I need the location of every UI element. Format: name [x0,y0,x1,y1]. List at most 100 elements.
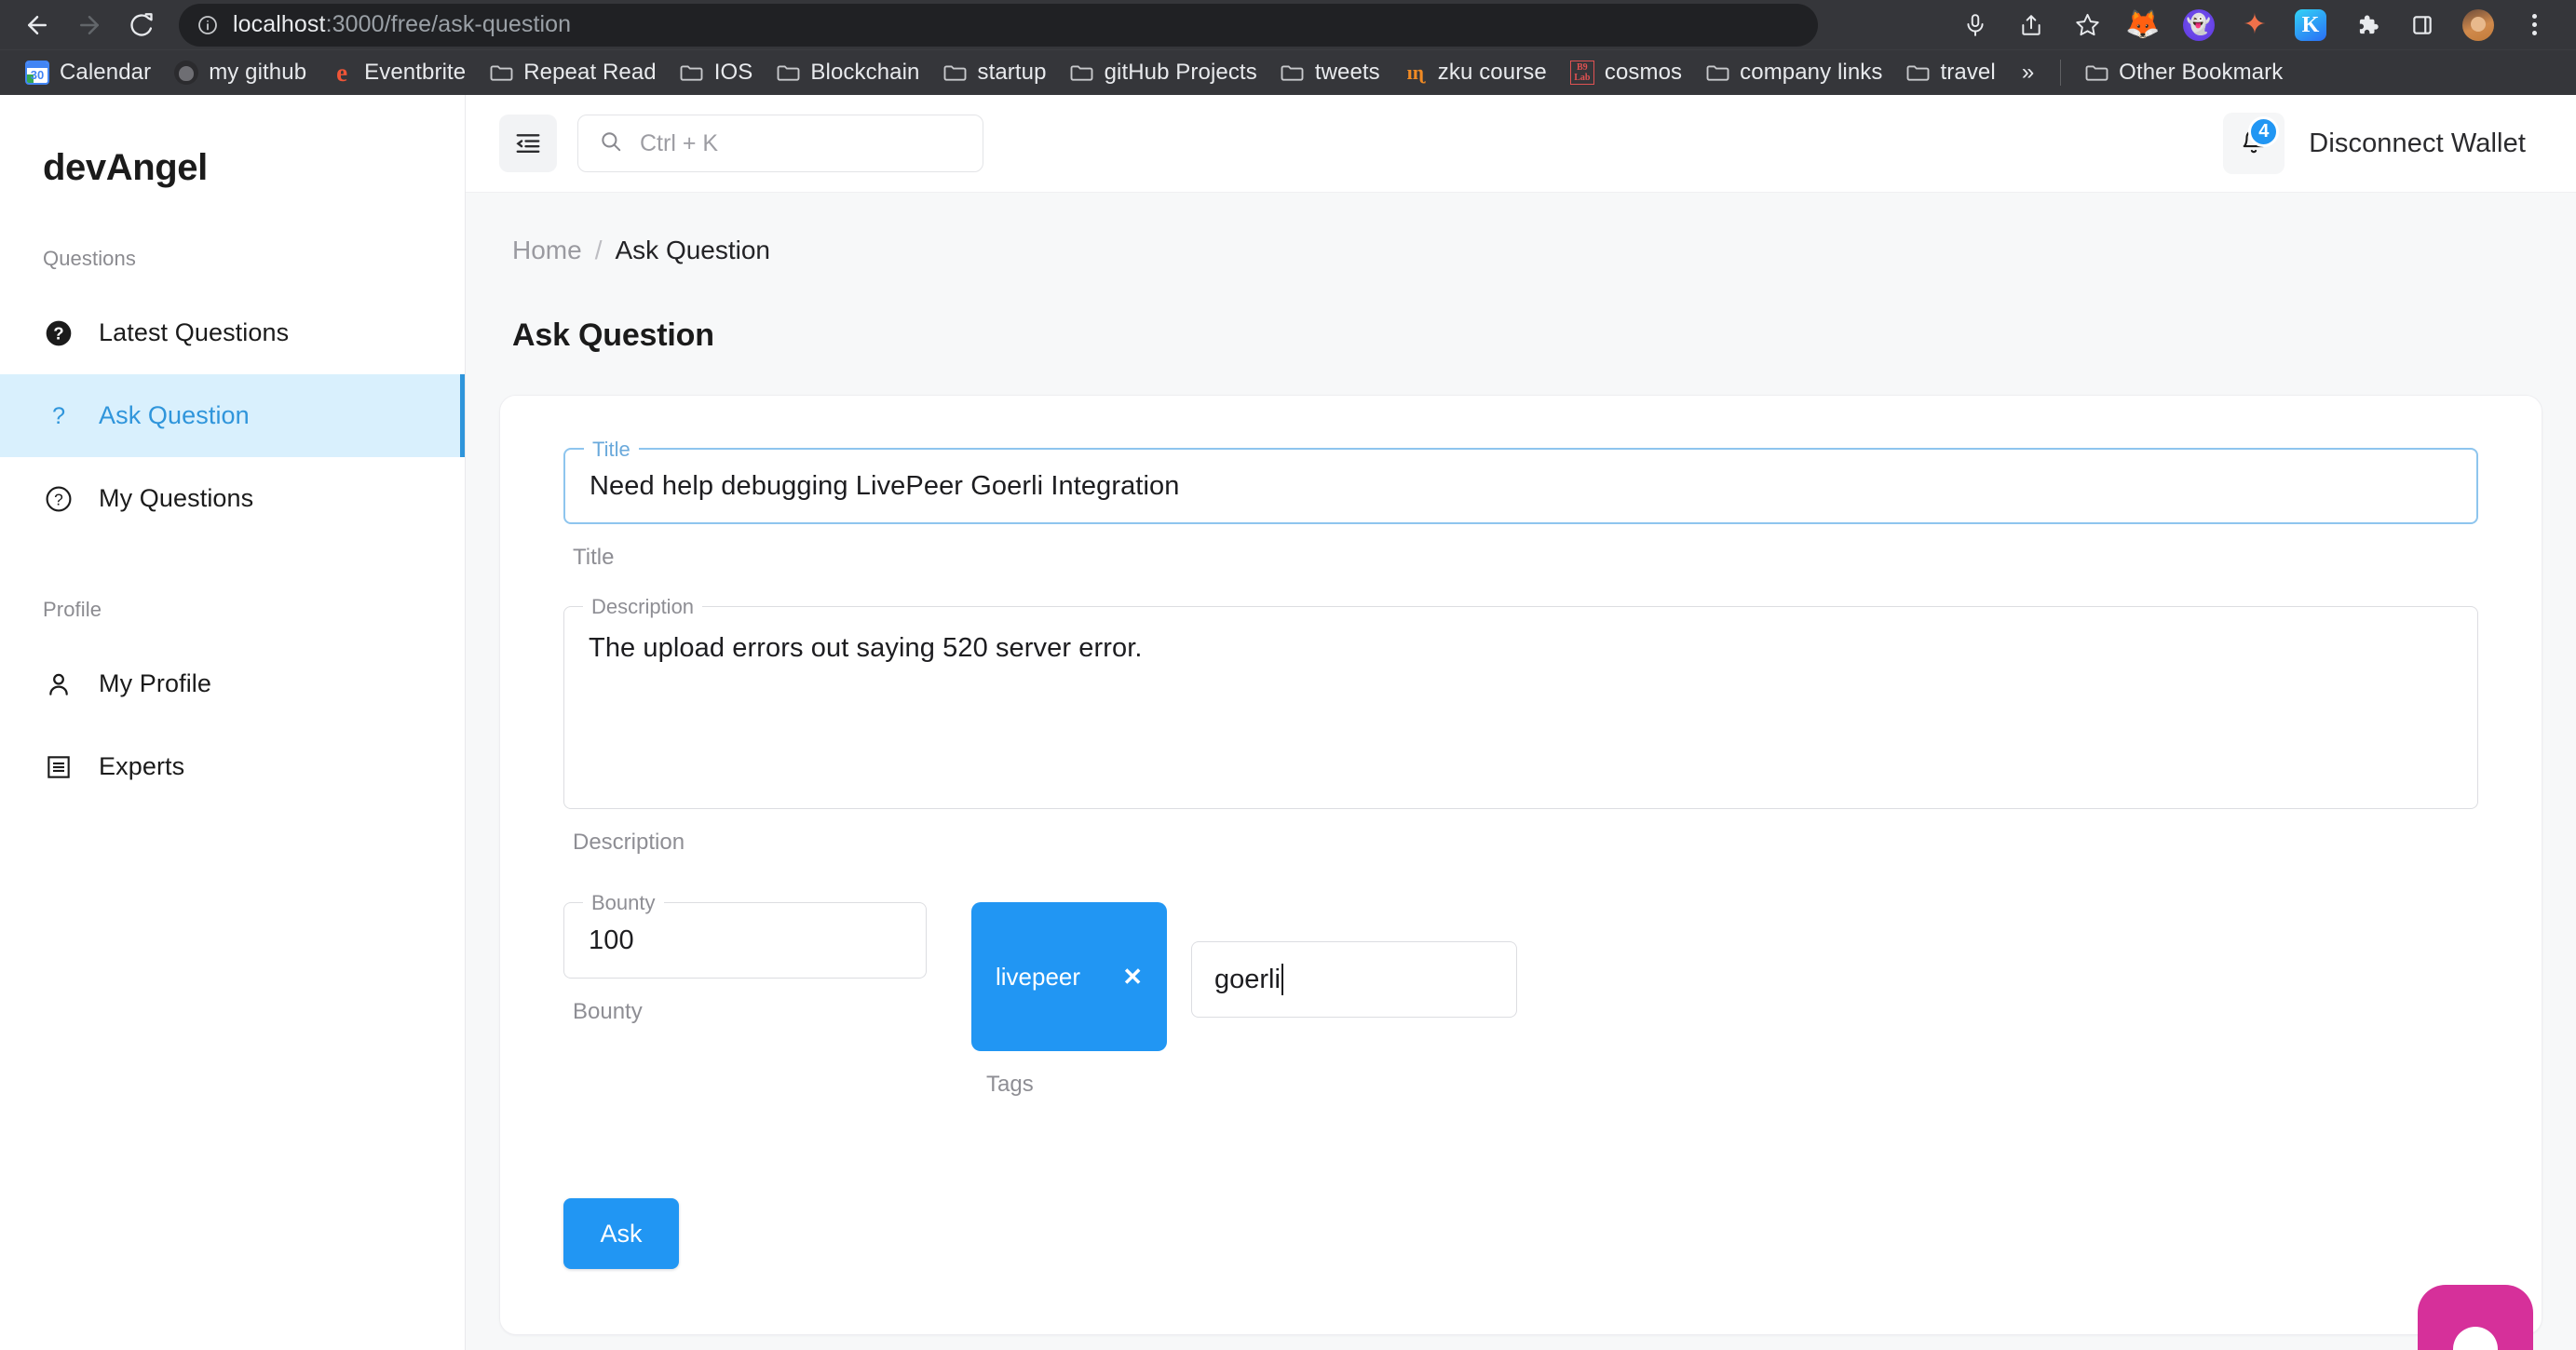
bookmark-blockchain[interactable]: Blockchain [764,54,930,91]
bookmark-label: Calendar [60,60,152,85]
chat-bubble-icon [2453,1327,2498,1350]
sidebar-item-label: Latest Questions [99,318,290,346]
notifications-button[interactable]: 4 [2223,113,2285,174]
metamask-extension-icon[interactable]: 🦊 [2118,0,2168,50]
bookmark-company-links[interactable]: company links [1693,54,1893,91]
sidebar-item-label: My Profile [99,669,212,697]
app-topbar: Ctrl + K 4 Disconnect Wallet [466,95,2576,193]
title-helper-text: Title [573,545,615,570]
bookmark-label: travel [1940,60,1996,85]
bookmarks-divider [2060,60,2062,86]
description-input[interactable]: Description The upload errors out saying… [563,595,2478,809]
title-input[interactable]: Title Need help debugging LivePeer Goerl… [563,438,2478,524]
phantom-wallet-extension-icon[interactable]: 👻 [2174,0,2224,50]
bookmark-label: cosmos [1604,60,1683,85]
eventbrite-icon: e [336,58,348,87]
bookmark-github-projects[interactable]: gitHub Projects [1058,54,1268,91]
tags-helper-text: Tags [986,1072,1034,1097]
app-brand: devAngel [43,147,208,188]
url-host: localhost [233,11,326,37]
tags-row: livepeer ✕ goerli [971,902,1517,1051]
profile-avatar[interactable] [2453,0,2503,50]
title-input-value: Need help debugging LivePeer Goerli Inte… [590,470,1180,501]
bookmark-star-icon[interactable] [2062,0,2112,50]
sidebar-item-latest-questions[interactable]: ? Latest Questions [0,291,465,374]
page-content: Home / Ask Question Ask Question Title N… [466,193,2576,1350]
bookmark-label: tweets [1314,60,1380,85]
sidebar-item-label: My Questions [99,484,254,512]
bookmark-ios[interactable]: IOS [668,54,765,91]
sidebar-collapse-icon[interactable] [499,115,557,172]
side-panel-icon[interactable] [2397,0,2447,50]
bookmark-startup[interactable]: startup [930,54,1057,91]
page-title: Ask Question [512,317,714,353]
bookmark-other-bookmarks[interactable]: Other Bookmark [2072,54,2294,91]
bookmark-calendar[interactable]: 30 Calendar [13,54,162,91]
zku-icon: ıɳ [1406,61,1424,84]
bookmark-label: gitHub Projects [1104,60,1257,85]
folder-icon [679,60,705,86]
search-placeholder: Ctrl + K [640,129,719,156]
sidebar-section-profile-label: Profile [43,598,102,621]
bookmarks-overflow-button[interactable]: » [2007,54,2049,91]
sidebar-item-my-profile[interactable]: My Profile [0,642,465,725]
description-legend: Description [583,595,703,619]
search-input[interactable]: Ctrl + K [577,115,983,172]
search-icon [599,129,623,158]
folder-icon [2083,60,2109,86]
reload-button[interactable] [117,1,166,49]
breadcrumb-current: Ask Question [615,236,771,264]
tag-input[interactable]: goerli [1191,941,1517,1018]
bounty-helper-text: Bounty [573,999,643,1024]
notification-count-badge: 4 [2248,116,2280,147]
bookmark-label: Eventbrite [364,60,467,85]
bookmark-repeat-read[interactable]: Repeat Read [477,54,668,91]
url-text: localhost:3000/free/ask-question [233,11,571,38]
share-icon[interactable] [2006,0,2056,50]
forward-button[interactable] [65,1,114,49]
folder-icon [1069,60,1095,86]
keplr-extension-icon[interactable]: K [2285,0,2336,50]
extensions-puzzle-icon[interactable] [2341,0,2392,50]
breadcrumb-home-link[interactable]: Home [512,236,582,265]
info-circle-icon[interactable] [196,13,220,37]
question-mark-icon: ? [43,400,75,432]
close-x-icon[interactable]: ✕ [1122,965,1143,989]
bookmark-travel[interactable]: travel [1894,54,2007,91]
bookmark-label: IOS [713,60,753,85]
description-field-group: Description The upload errors out saying… [563,595,2478,856]
text-caret [1281,964,1283,995]
microphone-icon[interactable] [1950,0,2000,50]
chrome-menu-icon[interactable] [2509,0,2559,50]
disconnect-wallet-button[interactable]: Disconnect Wallet [2309,128,2542,159]
folder-icon [1905,60,1932,86]
question-circle-icon: ? [43,483,75,515]
ask-submit-button[interactable]: Ask [563,1198,679,1269]
bookmark-cosmos[interactable]: B9 Lab cosmos [1558,54,1693,91]
svg-text:?: ? [52,403,65,429]
github-icon [173,60,199,86]
description-helper-text: Description [573,830,685,855]
bounty-input[interactable]: Bounty 100 [563,891,927,979]
breadcrumb: Home / Ask Question [499,236,2542,265]
bookmark-zku-course[interactable]: ıɳ zku course [1391,54,1558,91]
app-root: devAngel Questions ? Latest Questions ? … [0,95,2576,1350]
sidebar-item-my-questions[interactable]: ? My Questions [0,457,465,540]
chat-support-button[interactable] [2418,1285,2533,1350]
bookmark-tweets[interactable]: tweets [1268,54,1391,91]
back-button[interactable] [13,1,61,49]
bookmark-label: Repeat Read [523,60,657,85]
tag-chip[interactable]: livepeer ✕ [971,902,1167,1051]
sidebar-item-label: Ask Question [99,401,250,429]
bookmark-eventbrite[interactable]: e Eventbrite [318,54,477,91]
address-bar[interactable]: localhost:3000/free/ask-question [179,3,1818,47]
url-path: :3000/free/ask-question [325,11,572,37]
bookmarks-bar: 30 Calendar my github e Eventbrite Repea… [0,49,2576,95]
question-filled-icon: ? [43,317,75,349]
ai-assistant-extension-icon[interactable]: ✦ [2230,0,2280,50]
bookmark-my-github[interactable]: my github [162,54,318,91]
bounty-tags-row: Bounty 100 Bounty livepeer ✕ goerli Tags [563,891,2478,1098]
folder-icon [488,60,514,86]
sidebar-item-ask-question[interactable]: ? Ask Question [0,374,465,457]
sidebar-item-experts[interactable]: Experts [0,725,465,808]
